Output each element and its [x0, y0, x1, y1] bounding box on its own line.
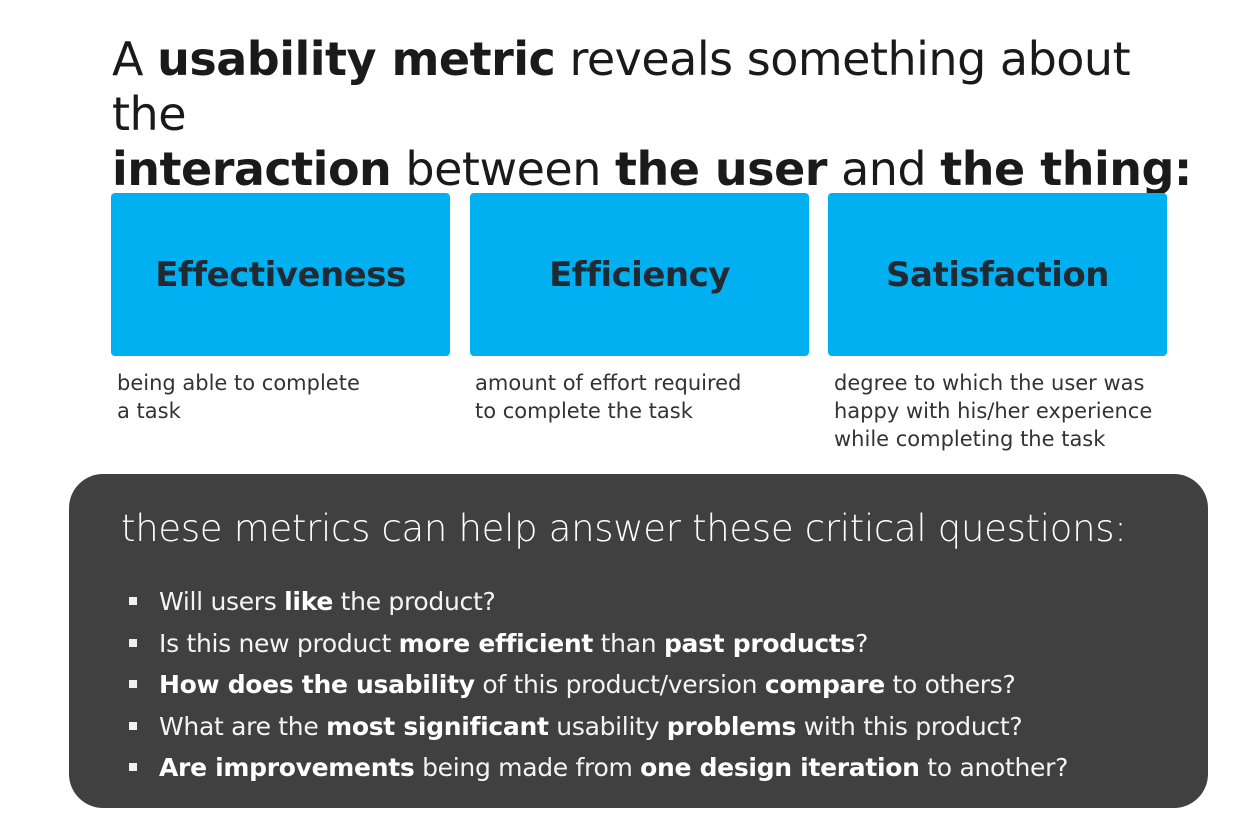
question-segment: Will users [159, 587, 285, 616]
question-segment: to another? [919, 753, 1069, 782]
headline-line-1: A usability metric reveals something abo… [112, 32, 1212, 142]
headline-segment: usability metric [157, 32, 556, 86]
question-segment: of this product/version [474, 670, 765, 699]
list-item: Is this new product more efficient than … [129, 623, 1068, 665]
question-segment: being made from [414, 753, 641, 782]
panel-heading: these metrics can help answer these crit… [121, 507, 1127, 550]
question-segment: Are improvements [159, 753, 415, 782]
question-segment: like [284, 587, 334, 616]
question-segment: usability [548, 711, 667, 741]
question-segment: What are the [159, 711, 327, 741]
question-segment: to others? [884, 670, 1016, 699]
tile-label: Effectiveness [155, 254, 406, 295]
headline-segment: the user [614, 142, 827, 196]
question-segment: more efficient [398, 628, 594, 658]
headline-segment: the thing: [940, 142, 1192, 196]
square-bullet-icon [129, 763, 137, 771]
question-segment: problems [666, 711, 797, 741]
tile-label: Efficiency [549, 254, 730, 295]
tile-effectiveness: Effectiveness [111, 193, 450, 356]
headline-segment: interaction [112, 142, 392, 196]
square-bullet-icon [129, 638, 137, 647]
page-title: A usability metric reveals something abo… [112, 32, 1212, 197]
question-segment: ? [855, 628, 869, 658]
tile-description-effectiveness: being able to complete a task [117, 371, 360, 423]
square-bullet-icon [129, 680, 137, 688]
tile-label: Satisfaction [886, 254, 1109, 295]
question-segment: the product? [333, 587, 496, 616]
tile-satisfaction: Satisfaction [828, 193, 1167, 356]
question-segment: Is this new product [159, 628, 399, 658]
tile-efficiency: Efficiency [470, 193, 809, 356]
headline-segment: and [826, 142, 941, 196]
question-segment: past products [663, 628, 856, 658]
question-segment: most significant [326, 711, 549, 741]
square-bullet-icon [129, 597, 137, 605]
tile-description-efficiency: amount of effort required to complete th… [475, 371, 742, 423]
questions-list: Will users like the product? Is this new… [129, 581, 1068, 789]
headline-segment: A [112, 32, 158, 86]
question-segment: than [593, 628, 664, 658]
questions-panel: these metrics can help answer these crit… [69, 474, 1208, 808]
question-segment: with this product? [796, 711, 1023, 741]
headline-segment: between [391, 142, 615, 196]
tile-description-satisfaction: degree to which the user was happy with … [834, 371, 1153, 451]
list-item: Will users like the product? [129, 581, 1068, 623]
headline-line-2: interaction between the user and the thi… [112, 142, 1212, 197]
question-segment: compare [764, 670, 885, 699]
question-segment: How does the usability [159, 670, 475, 699]
list-item: Are improvements being made from one des… [129, 747, 1068, 789]
question-segment: one design iteration [640, 753, 920, 782]
list-item: How does the usability of this product/v… [129, 664, 1068, 706]
list-item: What are the most significant usability … [129, 706, 1068, 748]
square-bullet-icon [129, 721, 137, 730]
